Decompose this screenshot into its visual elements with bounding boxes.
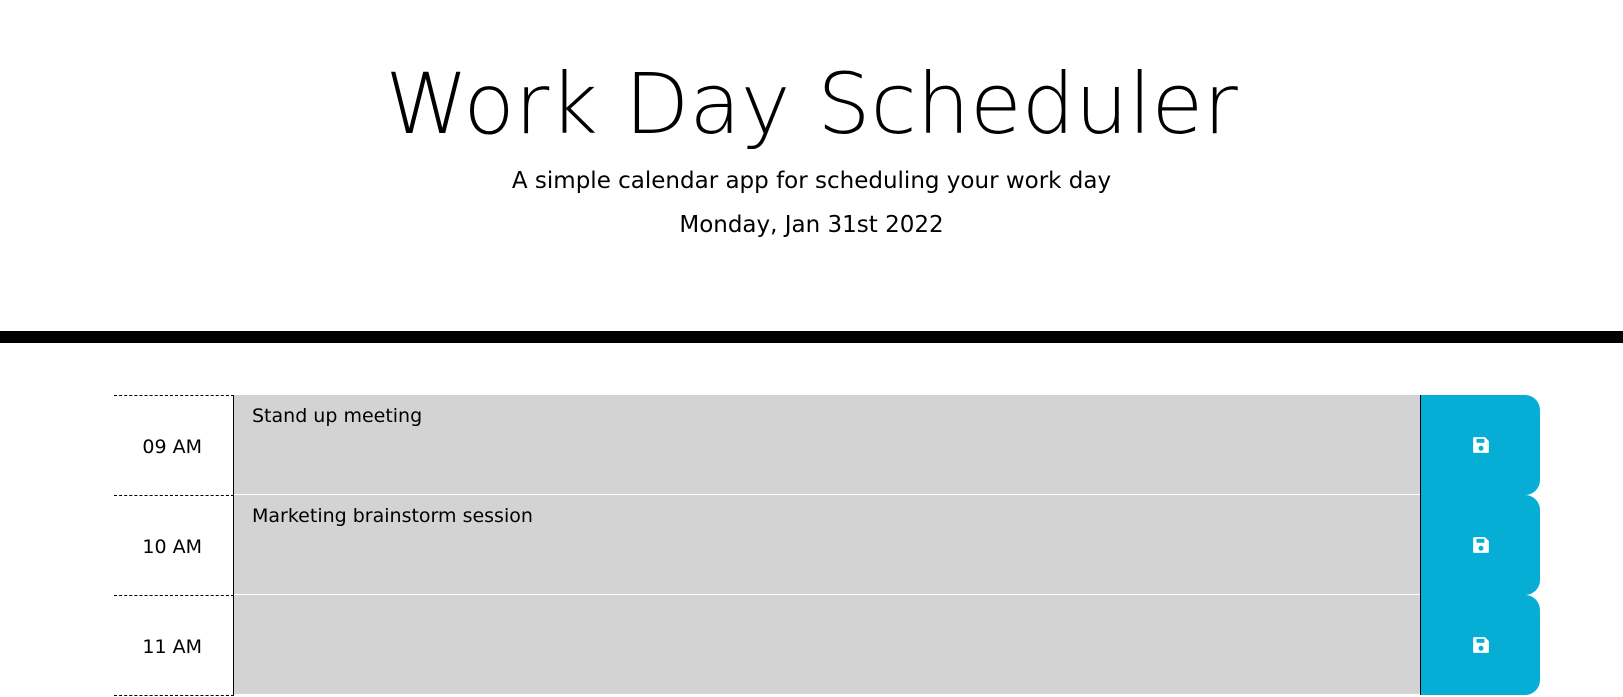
save-button[interactable]: [1420, 495, 1540, 595]
save-button[interactable]: [1420, 395, 1540, 495]
hour-label: 09 AM: [114, 395, 234, 495]
hour-label: 11 AM: [114, 595, 234, 695]
current-day: Monday, Jan 31st 2022: [679, 212, 944, 238]
schedule-container: 09 AM Stand up meeting 10 AM Marketing b…: [114, 395, 1540, 696]
time-block: 09 AM Stand up meeting: [114, 395, 1540, 495]
page-subtitle: A simple calendar app for scheduling you…: [511, 168, 1112, 194]
schedule-bottom-border: [114, 695, 234, 696]
description-input[interactable]: [234, 595, 1420, 695]
time-block: 10 AM Marketing brainstorm session: [114, 495, 1540, 595]
page-title: Work Day Scheduler: [385, 55, 1238, 153]
description-input[interactable]: Stand up meeting: [234, 395, 1420, 495]
save-button[interactable]: [1420, 595, 1540, 695]
save-icon: [1472, 537, 1489, 553]
hour-label: 10 AM: [114, 495, 234, 595]
time-block: 11 AM: [114, 595, 1540, 695]
description-input[interactable]: Marketing brainstorm session: [234, 495, 1420, 595]
save-icon: [1472, 637, 1489, 653]
save-icon: [1472, 437, 1489, 453]
header: Work Day Scheduler A simple calendar app…: [0, 0, 1623, 343]
